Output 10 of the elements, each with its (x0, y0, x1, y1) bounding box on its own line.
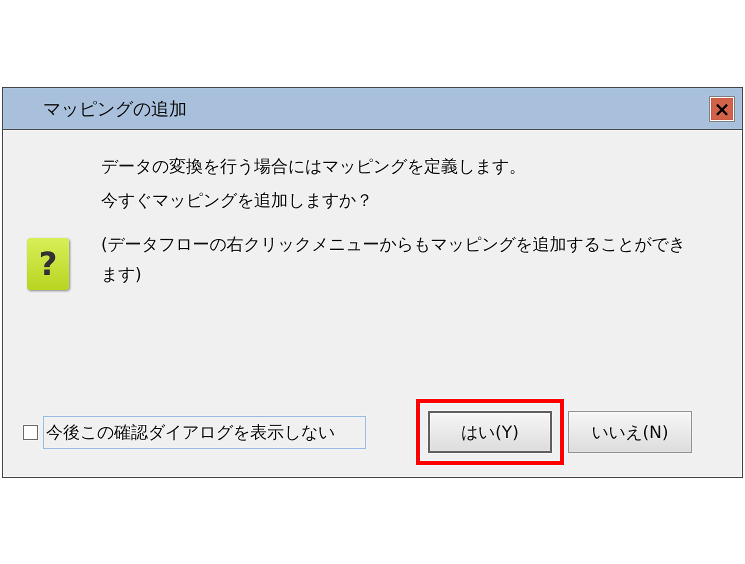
checkbox-label[interactable]: 今後この確認ダイアログを表示しない (43, 416, 366, 448)
note-text: (データフローの右クリックメニューからもマッピングを追加することができます) (101, 234, 687, 287)
dialog-button[interactable]: はい(Y) (428, 411, 552, 453)
message-text: データの変換を行う場合にはマッピングを定義します。 (101, 156, 526, 179)
dialog-button[interactable]: いいえ(N) (568, 411, 692, 453)
message-text: 今すぐマッピングを追加しますか？ (101, 190, 373, 213)
window-title: マッピングの追加 (43, 98, 187, 120)
checkbox[interactable] (23, 424, 38, 440)
close-button[interactable]: × (710, 96, 734, 120)
question-icon: ? (27, 238, 69, 290)
